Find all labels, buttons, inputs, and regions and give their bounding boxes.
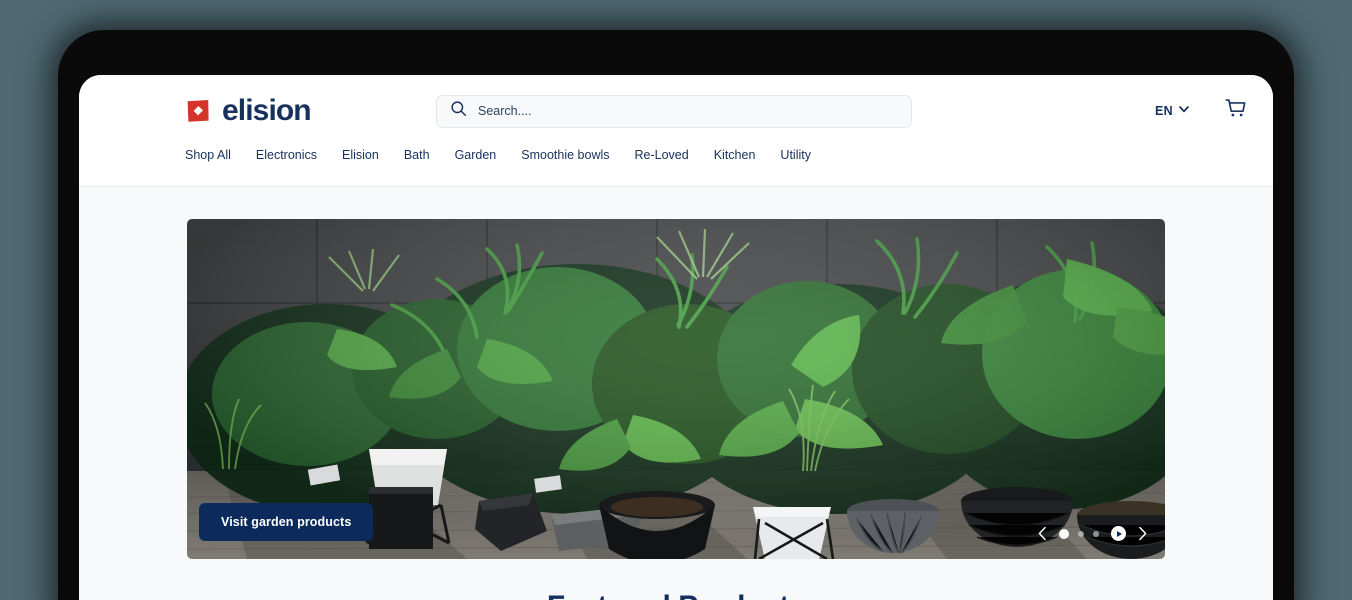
brand-logo[interactable]: elision <box>185 94 312 127</box>
nav-item-kitchen[interactable]: Kitchen <box>714 147 756 162</box>
carousel-prev-button[interactable] <box>1036 526 1049 541</box>
elision-logo-icon <box>185 98 211 124</box>
main-nav: Shop All Electronics Elision Bath Garden… <box>79 147 1273 187</box>
nav-item-elision[interactable]: Elision <box>342 147 379 162</box>
nav-item-bath[interactable]: Bath <box>404 147 430 162</box>
page-body: Visit garden products <box>79 187 1273 600</box>
shopping-cart-icon <box>1225 98 1247 125</box>
carousel-next-button[interactable] <box>1136 526 1149 541</box>
carousel-play-button[interactable] <box>1111 526 1126 541</box>
nav-item-smoothie-bowls[interactable]: Smoothie bowls <box>521 147 609 162</box>
site-header: elision EN <box>79 75 1273 147</box>
visit-garden-products-button[interactable]: Visit garden products <box>199 503 374 541</box>
carousel-dot-1[interactable] <box>1059 528 1069 539</box>
carousel-dots <box>1059 528 1099 539</box>
language-selector[interactable]: EN <box>1155 102 1190 120</box>
nav-item-utility[interactable]: Utility <box>780 147 811 162</box>
search-input[interactable] <box>478 95 898 127</box>
play-icon <box>1117 530 1122 537</box>
search-container <box>436 94 912 128</box>
nav-item-garden[interactable]: Garden <box>455 147 497 162</box>
carousel-dot-2[interactable] <box>1078 530 1084 537</box>
chevron-down-icon <box>1178 102 1190 120</box>
cart-button[interactable] <box>1225 98 1247 125</box>
search-box[interactable] <box>436 94 912 128</box>
nav-item-re-loved[interactable]: Re-Loved <box>635 147 689 162</box>
carousel-dot-3[interactable] <box>1093 530 1099 537</box>
hero-carousel: Visit garden products <box>187 219 1165 559</box>
search-icon <box>450 100 467 122</box>
brand-name: elision <box>222 94 312 127</box>
header-actions: EN <box>1155 98 1247 125</box>
browser-screen: elision EN <box>79 75 1273 600</box>
language-label: EN <box>1155 104 1173 118</box>
nav-item-electronics[interactable]: Electronics <box>256 147 317 162</box>
featured-products-title: Featured Products <box>79 590 1273 600</box>
nav-item-shop-all[interactable]: Shop All <box>185 147 231 162</box>
carousel-controls <box>1036 526 1149 541</box>
